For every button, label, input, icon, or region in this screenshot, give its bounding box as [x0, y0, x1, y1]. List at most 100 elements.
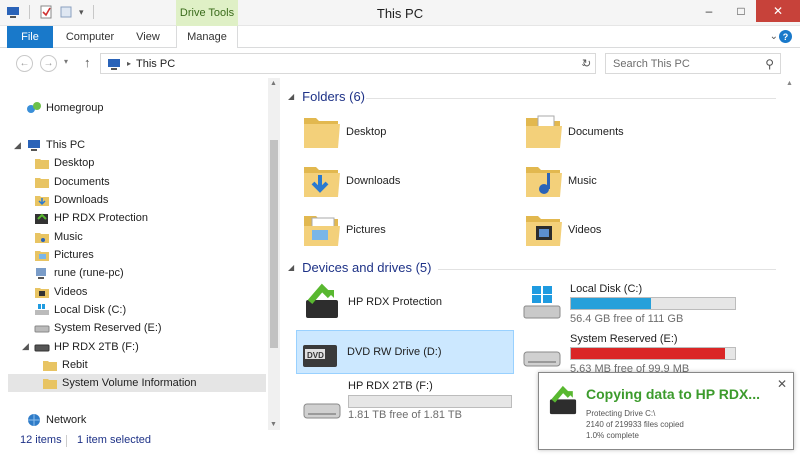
- tree-item-hp-rdx-protection[interactable]: HP RDX Protection: [34, 209, 148, 227]
- tree-label: rune (rune-pc): [54, 267, 124, 279]
- scroll-up-icon[interactable]: ▲: [786, 80, 793, 87]
- folder-icon: [43, 361, 57, 371]
- notification-line: 2140 of 219933 files copied: [586, 420, 684, 429]
- address-bar[interactable]: ▸ This PC ⌄: [100, 53, 596, 74]
- search-input[interactable]: Search This PC ⚲: [605, 53, 781, 74]
- tree-label: HP RDX Protection: [54, 212, 148, 224]
- refresh-icon[interactable]: ↻: [582, 57, 591, 70]
- tree-label: System Reserved (E:): [54, 322, 162, 334]
- computer-icon[interactable]: [6, 5, 20, 19]
- back-button[interactable]: ←: [16, 55, 33, 72]
- tree-label: Rebit: [62, 359, 88, 371]
- tree-item-system-volume-information[interactable]: System Volume Information: [8, 374, 266, 392]
- network-icon: [28, 414, 40, 426]
- quick-access-toolbar: ▾: [6, 5, 97, 19]
- tab-file[interactable]: File: [7, 26, 53, 48]
- tree-item-local-disk-c[interactable]: Local Disk (C:): [34, 301, 126, 319]
- drive-tools-label: Drive Tools: [176, 0, 238, 26]
- drive-usage-bar: [348, 395, 512, 408]
- tree-item-desktop[interactable]: Desktop: [34, 154, 94, 172]
- downloads-folder-icon: [304, 167, 340, 197]
- tree-item-rebit[interactable]: Rebit: [42, 356, 88, 374]
- scrollbar-thumb[interactable]: [270, 140, 278, 348]
- notification-title: Copying data to HP RDX...: [586, 386, 760, 402]
- close-button[interactable]: ✕: [756, 0, 800, 22]
- forward-button[interactable]: →: [40, 55, 57, 72]
- tree-item-hp-rdx-2tb-f[interactable]: HP RDX 2TB (F:): [34, 338, 139, 356]
- tile-label: Desktop: [346, 126, 387, 138]
- tile-label: Videos: [568, 224, 602, 236]
- scroll-down-icon[interactable]: ▼: [270, 421, 277, 428]
- drive-tile-hp-rdx-2tb-f[interactable]: HP RDX 2TB (F:) 1.81 TB free of 1.81 TB: [298, 378, 518, 422]
- devices-group-header[interactable]: ◢ Devices and drives (5): [288, 260, 431, 275]
- toolbar-divider: [92, 5, 94, 19]
- drive-tile-local-disk-c[interactable]: Local Disk (C:) 56.4 GB free of 111 GB: [520, 280, 750, 325]
- drive-free-space: 1.81 TB free of 1.81 TB: [348, 409, 462, 421]
- drive-label: HP RDX Protection: [348, 296, 442, 308]
- breadcrumb-arrow-icon[interactable]: ▸: [127, 59, 131, 68]
- notification-line: 1.0% complete: [586, 431, 639, 440]
- folders-group-header[interactable]: ◢ Folders (6): [288, 89, 365, 104]
- tree-item-rune[interactable]: rune (rune-pc): [34, 264, 124, 282]
- drive-tile-system-reserved-e[interactable]: System Reserved (E:) 5.63 MB free of 99.…: [520, 330, 750, 375]
- tree-item-system-reserved-e[interactable]: System Reserved (E:): [34, 319, 162, 337]
- collapse-caret-icon[interactable]: ◢: [288, 92, 294, 101]
- tree-item-music[interactable]: Music: [34, 228, 83, 246]
- folder-tile-downloads[interactable]: Downloads: [300, 159, 400, 203]
- videos-folder-icon: [35, 288, 49, 298]
- navigation-scrollbar[interactable]: ▲ ▼: [268, 78, 280, 430]
- collapse-caret-icon[interactable]: ◢: [288, 263, 294, 272]
- copy-notification[interactable]: Copying data to HP RDX... ✕ Protecting D…: [538, 372, 794, 450]
- tab-manage[interactable]: Manage: [176, 26, 238, 49]
- tree-label: Music: [54, 231, 83, 243]
- tree-item-pictures[interactable]: Pictures: [34, 246, 94, 264]
- folder-tile-videos[interactable]: Videos: [522, 208, 601, 252]
- tab-view[interactable]: View: [126, 26, 170, 48]
- scroll-up-icon[interactable]: ▲: [270, 80, 277, 87]
- tree-item-documents[interactable]: Documents: [34, 173, 110, 191]
- tab-computer[interactable]: Computer: [60, 26, 120, 48]
- tree-label: System Volume Information: [62, 377, 197, 389]
- network-computer-icon: [36, 268, 46, 279]
- windows-drive-icon: [35, 304, 49, 315]
- tile-label: Music: [568, 175, 597, 187]
- tree-label: Desktop: [54, 157, 95, 169]
- new-folder-icon[interactable]: [59, 5, 73, 19]
- rdx-protection-icon: [306, 283, 338, 318]
- collapse-caret-icon[interactable]: ◢: [22, 341, 29, 352]
- tree-label: This PC: [46, 139, 86, 151]
- search-icon[interactable]: ⚲: [765, 57, 774, 71]
- folder-tile-pictures[interactable]: Pictures: [300, 208, 386, 252]
- tree-item-this-pc[interactable]: This PC: [26, 136, 85, 154]
- collapse-caret-icon[interactable]: ◢: [14, 140, 21, 151]
- up-button[interactable]: ↑: [84, 55, 91, 70]
- folder-icon: [35, 159, 49, 169]
- folder-tile-documents[interactable]: Documents: [522, 110, 624, 154]
- tree-label: Documents: [54, 176, 110, 188]
- tree-item-homegroup[interactable]: Homegroup: [26, 99, 103, 117]
- navigation-pane: Homegroup ◢ This PC Desktop Documents Do…: [0, 78, 266, 428]
- maximize-button[interactable]: □: [726, 0, 756, 22]
- tree-item-network[interactable]: Network: [26, 411, 86, 428]
- tile-label: Downloads: [346, 175, 401, 187]
- expand-ribbon-icon[interactable]: ⌄: [770, 31, 778, 42]
- pictures-folder-icon: [304, 216, 340, 246]
- minimize-button[interactable]: –: [694, 0, 724, 22]
- recent-locations-icon[interactable]: ▾: [64, 57, 68, 66]
- help-icon[interactable]: ?: [779, 30, 792, 43]
- drive-icon: [34, 344, 50, 352]
- documents-folder-icon: [526, 115, 562, 148]
- svg-text:DVD: DVD: [307, 351, 324, 360]
- folder-tile-desktop[interactable]: Desktop: [300, 110, 386, 154]
- tree-item-downloads[interactable]: Downloads: [34, 191, 108, 209]
- drive-tile-hp-rdx-protection[interactable]: HP RDX Protection: [298, 280, 518, 324]
- breadcrumb[interactable]: This PC: [136, 58, 175, 70]
- drive-free-space: 56.4 GB free of 111 GB: [570, 313, 684, 325]
- notification-line: Protecting Drive C:\: [586, 409, 656, 418]
- properties-icon[interactable]: [39, 5, 53, 19]
- folder-tile-music[interactable]: Music: [522, 159, 597, 203]
- tree-item-videos[interactable]: Videos: [34, 283, 87, 301]
- close-icon[interactable]: ✕: [777, 377, 787, 391]
- drive-tile-dvd-rw-d[interactable]: DVD DVD RW Drive (D:): [296, 330, 514, 374]
- customize-toolbar-icon[interactable]: ▾: [79, 7, 84, 18]
